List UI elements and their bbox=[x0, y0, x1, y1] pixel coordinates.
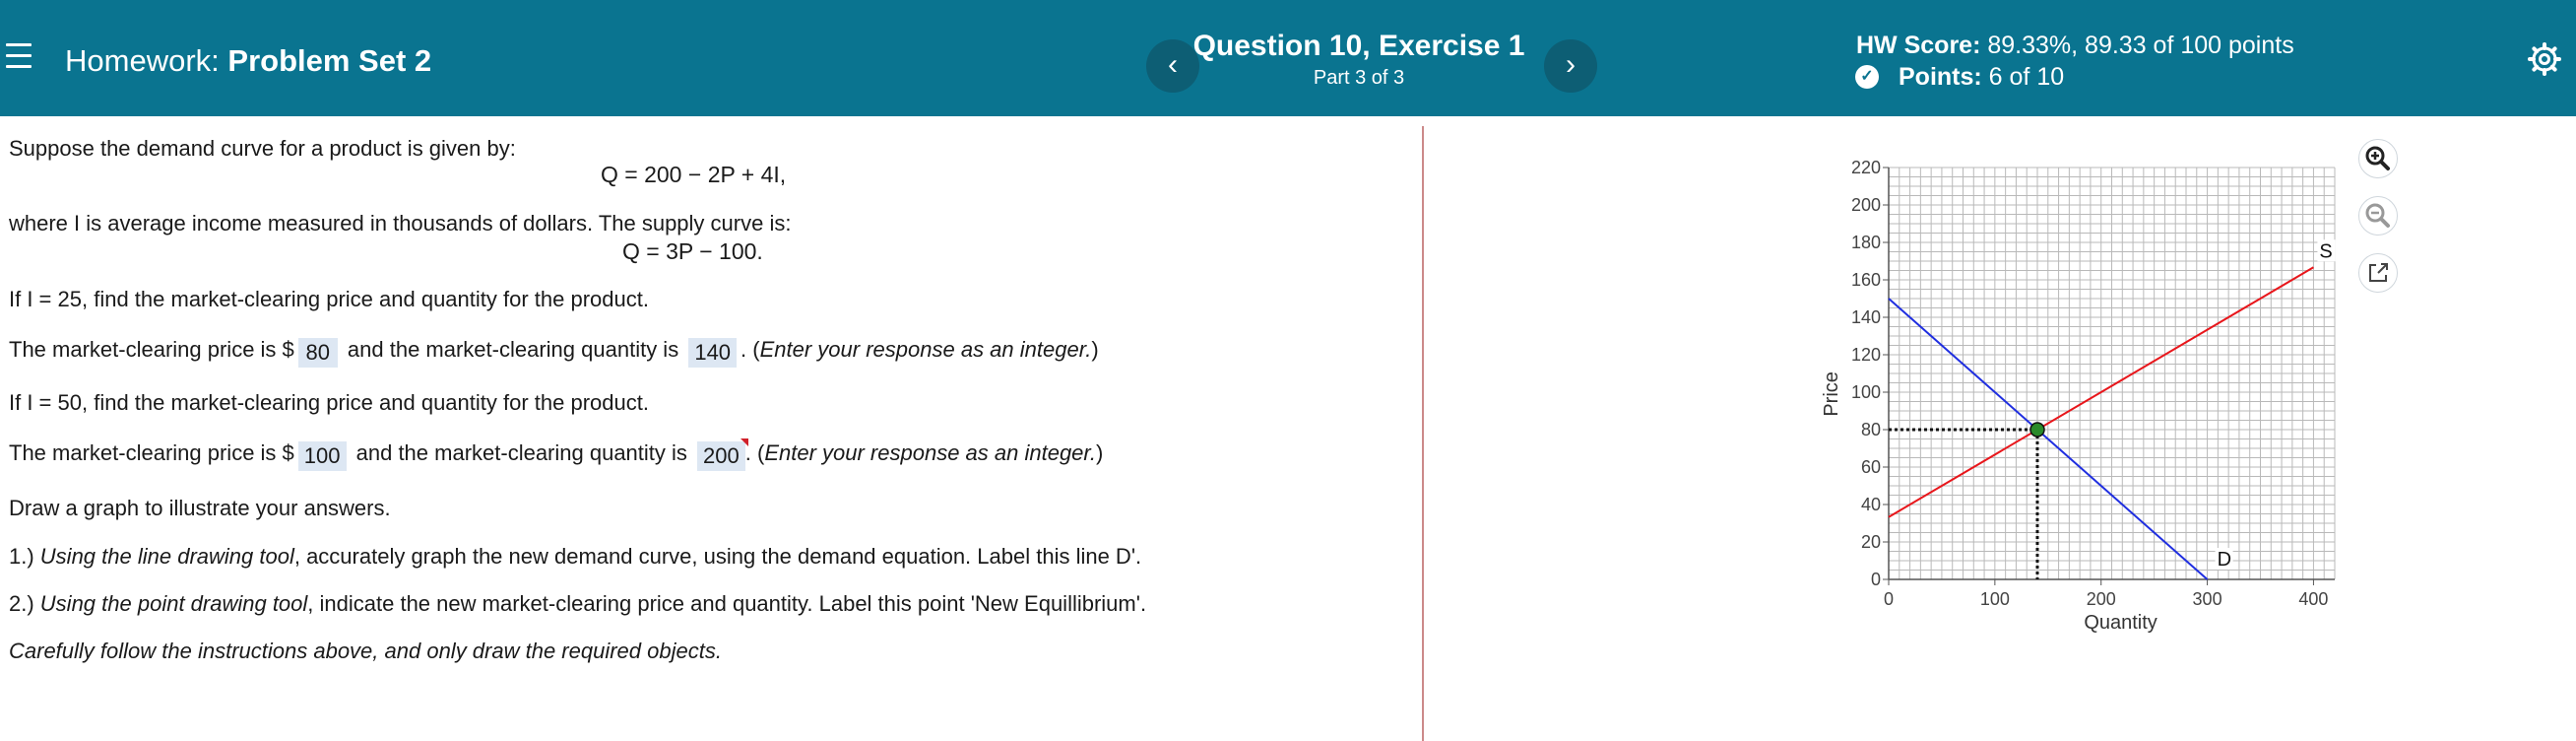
settings-gear-icon[interactable] bbox=[2527, 41, 2562, 77]
y-tick-label: 0 bbox=[1871, 570, 1881, 589]
y-tick-label: 80 bbox=[1861, 420, 1881, 439]
open-graph-button[interactable] bbox=[2358, 253, 2398, 293]
zoom-in-icon bbox=[2365, 146, 2390, 170]
answer-1-prefix: The market-clearing price is $ bbox=[9, 337, 294, 362]
step-2: 2.) Using the point drawing tool, indica… bbox=[9, 591, 1146, 617]
answer-1-hint: Enter your response as an integer. bbox=[759, 337, 1092, 362]
quantity-answer-1[interactable]: 140 bbox=[688, 338, 738, 368]
y-tick-label: 20 bbox=[1861, 532, 1881, 552]
step-1-tool: Using the line drawing tool bbox=[39, 544, 294, 569]
question-title: Question 10, Exercise 1 bbox=[1192, 30, 1525, 62]
incorrect-flag-icon bbox=[740, 438, 748, 446]
question-part-2: If I = 50, find the market-clearing pric… bbox=[9, 390, 649, 415]
answer-2-hint: Enter your response as an integer. bbox=[764, 440, 1097, 465]
demand-curve-label: D bbox=[2218, 549, 2231, 571]
price-answer-2[interactable]: 100 bbox=[297, 441, 347, 471]
x-tick-label: 100 bbox=[1980, 589, 2010, 609]
follow-instructions-note: Carefully follow the instructions above,… bbox=[9, 639, 722, 663]
quantity-answer-2-wrap[interactable]: 200 bbox=[697, 438, 748, 471]
step-2-tool: Using the point drawing tool bbox=[39, 591, 308, 616]
demand-equation: Q = 200 − 2P + 4I, bbox=[601, 162, 787, 187]
zoom-out-button[interactable] bbox=[2358, 196, 2398, 236]
x-tick-label: 200 bbox=[2087, 589, 2116, 609]
problem-intro: Suppose the demand curve for a product i… bbox=[9, 136, 516, 161]
question-part: Part 3 of 3 bbox=[1313, 67, 1405, 89]
y-tick-label: 220 bbox=[1851, 158, 1881, 177]
x-tick-label: 0 bbox=[1884, 589, 1894, 609]
partial-credit-icon: ✓ bbox=[1855, 65, 1879, 89]
points-label: Points: bbox=[1899, 63, 1982, 91]
y-tick-label: 160 bbox=[1851, 270, 1881, 290]
step-2-text: , indicate the new market-clearing price… bbox=[307, 591, 1147, 616]
equilibrium-point bbox=[2029, 422, 2045, 438]
menu-icon[interactable] bbox=[6, 43, 32, 71]
zoom-in-button[interactable] bbox=[2358, 139, 2398, 178]
supply-demand-graph[interactable]: 0 20 40 60 80 100 120 140 160 180 200 220 0 100 200 300… bbox=[1812, 148, 2373, 680]
answer-row-2: The market-clearing price is $100 and th… bbox=[9, 438, 1104, 471]
y-axis-label: Price bbox=[1821, 371, 1842, 417]
x-tick-label: 400 bbox=[2298, 589, 2328, 609]
quantity-answer-2[interactable]: 200 bbox=[703, 443, 740, 468]
hw-score: HW Score: 89.33%, 89.33 of 100 points bbox=[1856, 32, 2294, 60]
y-tick-label: 200 bbox=[1851, 195, 1881, 215]
graph-grid bbox=[1888, 167, 2336, 580]
x-tick-label: 300 bbox=[2193, 589, 2222, 609]
panel-divider bbox=[1422, 126, 1424, 741]
x-axis-label: Quantity bbox=[2084, 612, 2157, 634]
supply-curve-label: S bbox=[2319, 240, 2332, 262]
answer-1-close: ) bbox=[1091, 337, 1099, 362]
y-tick-label: 180 bbox=[1851, 233, 1881, 252]
zoom-out-icon bbox=[2365, 203, 2390, 228]
draw-instruction: Draw a graph to illustrate your answers. bbox=[9, 496, 391, 520]
next-question-button[interactable]: › bbox=[1544, 39, 1597, 93]
income-note: where I is average income measured in th… bbox=[9, 211, 792, 236]
top-bar: Homework: Problem Set 2 ‹ Question 10, E… bbox=[0, 0, 2576, 116]
question-part-1: If I = 25, find the market-clearing pric… bbox=[9, 287, 649, 311]
hw-score-value: 89.33%, 89.33 of 100 points bbox=[1987, 32, 2294, 59]
step-2-number: 2.) bbox=[9, 591, 40, 616]
answer-2-mid: and the market-clearing quantity is bbox=[355, 440, 687, 465]
answer-1-mid: and the market-clearing quantity is bbox=[347, 337, 679, 362]
step-1-number: 1.) bbox=[9, 544, 40, 569]
homework-title: Homework: Problem Set 2 bbox=[65, 43, 431, 79]
answer-1-suffix: . ( bbox=[741, 337, 760, 362]
y-tick-label: 140 bbox=[1851, 307, 1881, 327]
y-tick-label: 100 bbox=[1851, 382, 1881, 402]
external-link-icon bbox=[2369, 263, 2388, 282]
step-1: 1.) Using the line drawing tool, accurat… bbox=[9, 544, 1141, 570]
points: Points: 6 of 10 bbox=[1899, 63, 2064, 92]
answer-2-close: ) bbox=[1096, 440, 1104, 465]
price-answer-1[interactable]: 80 bbox=[297, 338, 338, 368]
answer-row-1: The market-clearing price is $80 and the… bbox=[9, 335, 1099, 368]
step-1-text: , accurately graph the new demand curve,… bbox=[293, 544, 1142, 569]
y-tick-label: 60 bbox=[1861, 457, 1881, 477]
homework-label: Homework: bbox=[65, 43, 220, 78]
y-tick-label: 120 bbox=[1851, 345, 1881, 365]
hw-score-label: HW Score: bbox=[1856, 32, 1981, 59]
homework-name: Problem Set 2 bbox=[227, 43, 432, 78]
points-value: 6 of 10 bbox=[1988, 63, 2065, 91]
y-tick-label: 40 bbox=[1861, 495, 1881, 514]
answer-2-prefix: The market-clearing price is $ bbox=[9, 440, 294, 465]
supply-equation: Q = 3P − 100. bbox=[622, 238, 763, 264]
